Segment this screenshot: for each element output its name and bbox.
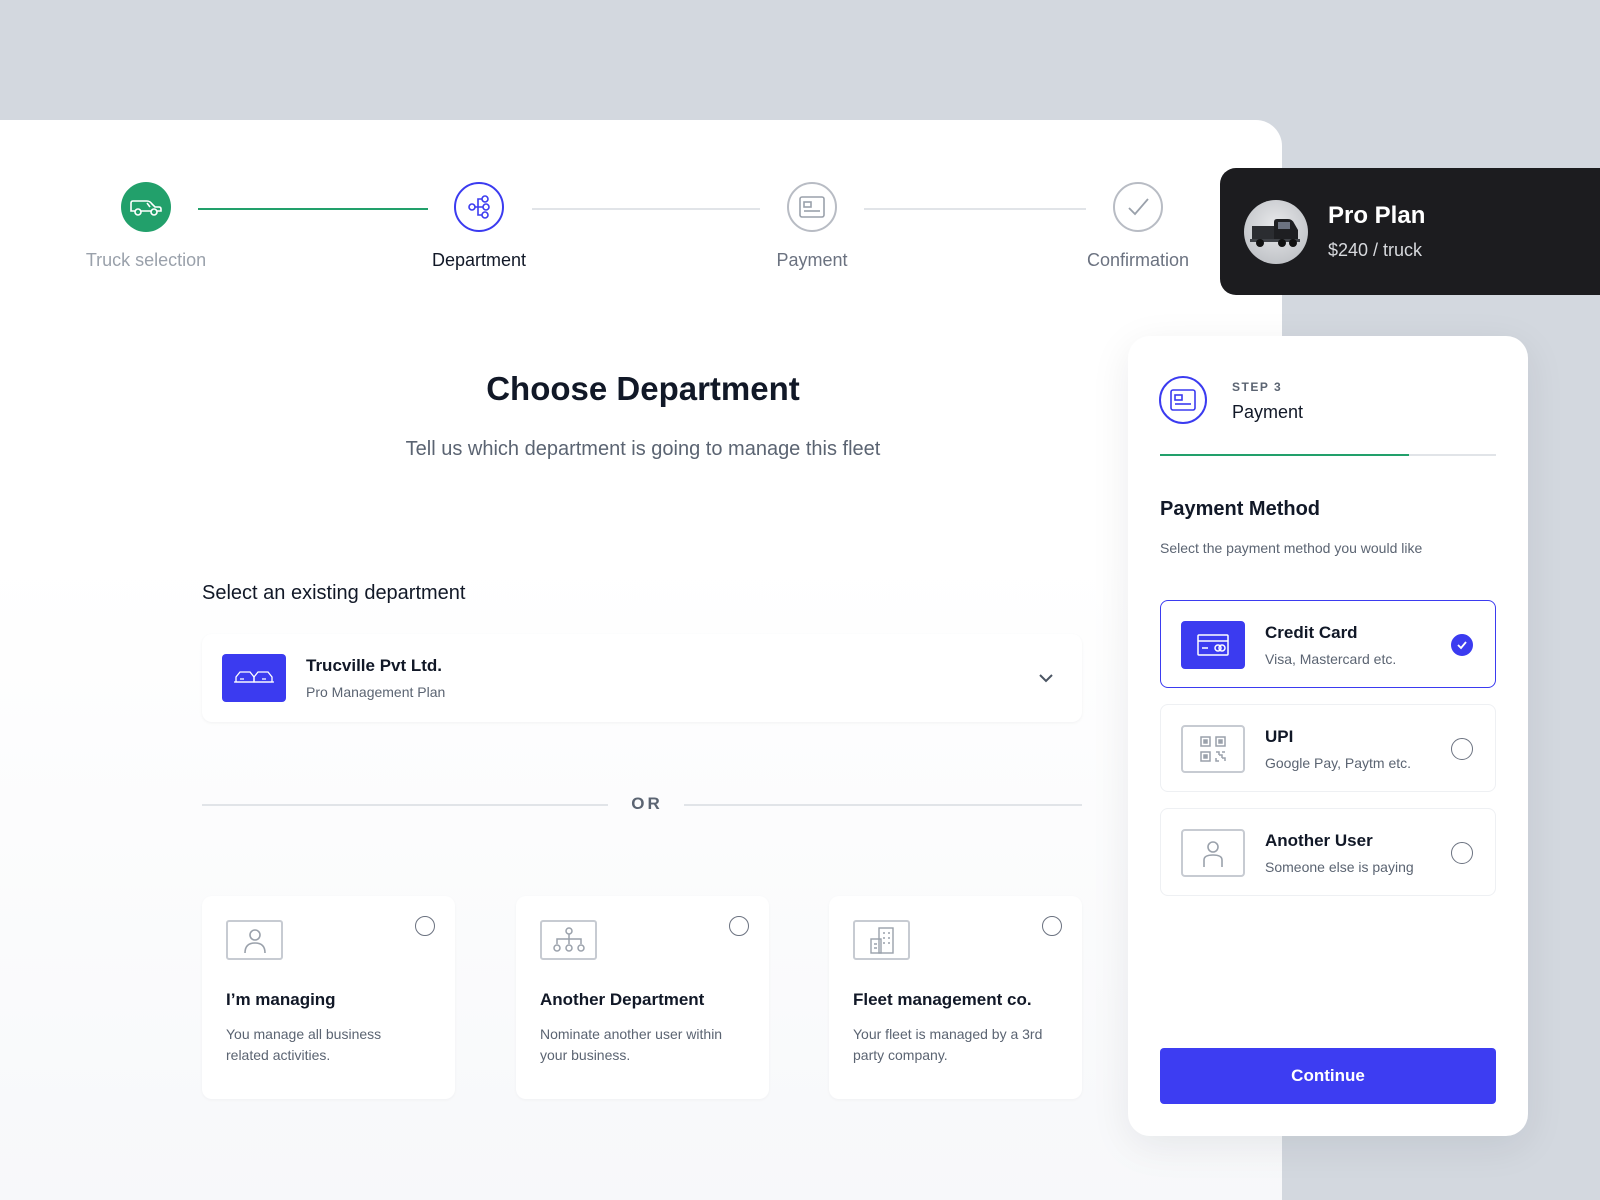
payment-method-another-user[interactable]: Another User Someone else is paying	[1160, 808, 1496, 896]
page-title: Choose Department	[486, 370, 800, 407]
payment-method-title: Payment Method	[1160, 498, 1321, 520]
option-description: Nominate another user within your busine…	[540, 1026, 723, 1063]
radio-button[interactable]	[729, 916, 749, 936]
step-label: Confirmation	[1086, 250, 1190, 270]
qr-code-icon	[1181, 725, 1245, 773]
card-icon	[1159, 376, 1207, 424]
step-label: Truck selection	[85, 250, 207, 270]
hierarchy-icon	[540, 920, 597, 960]
method-subtitle: Someone else is paying	[1265, 859, 1414, 875]
option-title: Another Department	[540, 990, 705, 1009]
truck-avatar	[1244, 200, 1308, 264]
plan-price: $240 / truck	[1328, 240, 1423, 260]
option-description: Your fleet is managed by a 3rd party com…	[853, 1026, 1043, 1063]
option-another-department[interactable]: Another Department Nominate another user…	[516, 896, 769, 1099]
continue-button[interactable]: Continue	[1160, 1048, 1496, 1104]
department-plan: Pro Management Plan	[306, 684, 446, 700]
option-description: You manage all business related activiti…	[226, 1026, 382, 1063]
checkmark-icon	[1113, 182, 1163, 232]
step-payment[interactable]: Payment	[712, 182, 912, 271]
divider	[684, 804, 1082, 806]
page-subtitle: Tell us which department is going to man…	[405, 438, 881, 460]
method-title: Another User	[1265, 831, 1373, 850]
radio-checked-icon[interactable]	[1451, 634, 1473, 656]
radio-button[interactable]	[1042, 916, 1062, 936]
truck-icon	[121, 182, 171, 232]
method-title: UPI	[1265, 727, 1294, 746]
credit-card-icon	[1181, 621, 1245, 669]
or-separator: OR	[631, 794, 663, 813]
user-icon	[1181, 829, 1245, 877]
method-title: Credit Card	[1265, 623, 1358, 642]
option-im-managing[interactable]: I’m managing You manage all business rel…	[202, 896, 455, 1099]
payment-method-subtitle: Select the payment method you would like	[1160, 540, 1423, 556]
stepper: Truck selection Department Payment Confi…	[0, 120, 1282, 290]
plan-title: Pro Plan	[1328, 202, 1426, 229]
card-icon	[787, 182, 837, 232]
step-name: Payment	[1232, 402, 1304, 422]
option-fleet-management-co[interactable]: Fleet management co. Your fleet is manag…	[829, 896, 1082, 1099]
method-subtitle: Visa, Mastercard etc.	[1265, 651, 1397, 667]
step-number: STEP 3	[1232, 380, 1283, 394]
step-truck-selection[interactable]: Truck selection	[46, 182, 246, 271]
department-name: Trucville Pvt Ltd.	[306, 656, 443, 675]
chevron-down-icon[interactable]	[1036, 668, 1056, 688]
department-dropdown[interactable]: Trucville Pvt Ltd. Pro Management Plan	[202, 634, 1082, 722]
step-progress-bar	[1160, 454, 1496, 456]
step-label: Payment	[776, 250, 848, 270]
method-subtitle: Google Pay, Paytm etc.	[1265, 755, 1412, 771]
fleet-logo-icon	[222, 654, 286, 702]
option-title: I’m managing	[226, 990, 336, 1009]
plan-summary: Pro Plan $240 / truck	[1220, 168, 1600, 295]
department-card: Truck selection Department Payment Confi…	[0, 120, 1282, 1200]
step-progress-fill	[1160, 454, 1409, 456]
radio-button[interactable]	[1451, 738, 1473, 760]
building-icon	[853, 920, 910, 960]
radio-button[interactable]	[415, 916, 435, 936]
step-label: Department	[431, 250, 527, 270]
option-title: Fleet management co.	[853, 990, 1032, 1009]
divider	[202, 804, 608, 806]
user-icon	[226, 920, 283, 960]
step-department[interactable]: Department	[379, 182, 579, 271]
payment-method-credit-card[interactable]: Credit Card Visa, Mastercard etc.	[1160, 600, 1496, 688]
payment-method-upi[interactable]: UPI Google Pay, Paytm etc.	[1160, 704, 1496, 792]
radio-button[interactable]	[1451, 842, 1473, 864]
step-confirmation[interactable]: Confirmation	[1038, 182, 1238, 271]
existing-department-label: Select an existing department	[202, 582, 466, 604]
payment-panel: STEP 3 Payment Payment Method Select the…	[1128, 336, 1528, 1136]
org-chart-icon	[454, 182, 504, 232]
